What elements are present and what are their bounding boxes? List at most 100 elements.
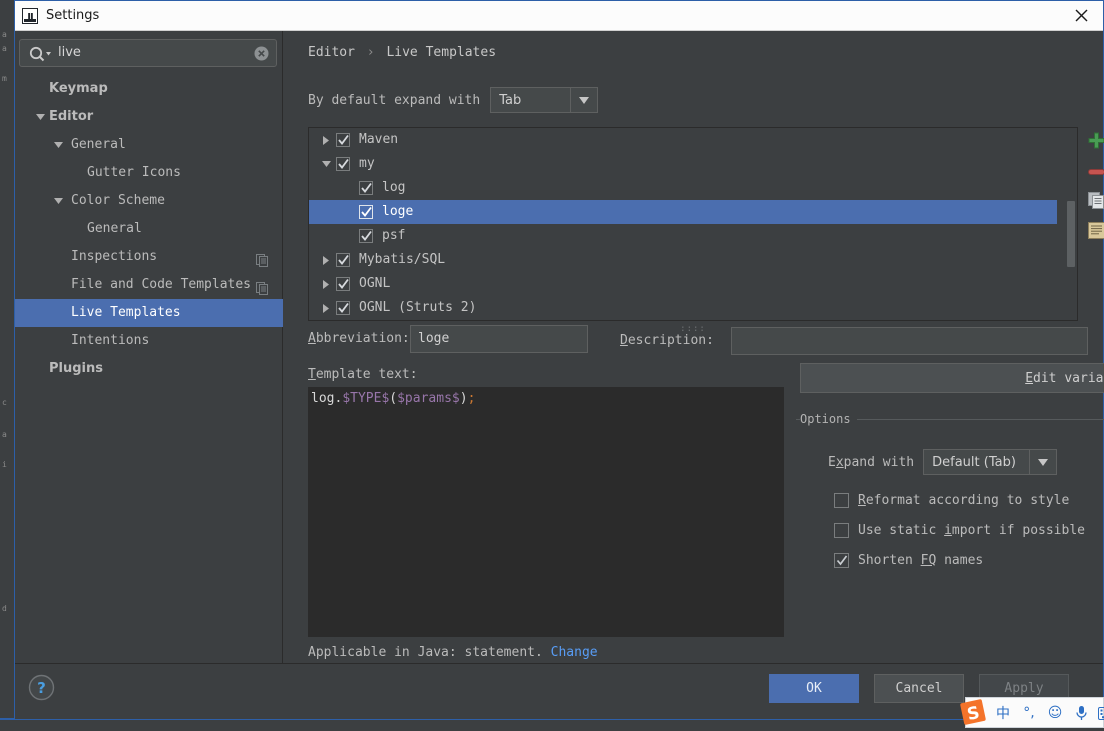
expand-with-row: Expand with Default (Tab) [828, 449, 1057, 475]
abbreviation-field[interactable]: loge [410, 325, 588, 353]
template-tree-scrollbar[interactable] [1066, 129, 1076, 319]
plus-icon [1088, 132, 1104, 153]
table-row[interactable]: log [309, 176, 1057, 200]
breadcrumb-separator: › [367, 45, 375, 60]
template-text-editor[interactable]: log.$TYPE$($params$); [308, 387, 784, 637]
dialog-body: live Keymap [15, 31, 1103, 663]
cancel-button-label: Cancel [896, 681, 943, 696]
dialog-footer: ? OK Cancel Apply [15, 663, 1103, 719]
ime-voice-button[interactable] [1068, 698, 1094, 728]
table-row[interactable]: Mybatis/SQL [309, 248, 1057, 272]
code-token: $params$ [397, 391, 460, 406]
code-token: log. [311, 391, 342, 406]
breadcrumb: Editor › Live Templates [308, 45, 496, 60]
chevron-down-icon[interactable] [53, 131, 63, 159]
table-row[interactable]: psf [309, 224, 1057, 248]
default-expand-value: Tab [491, 93, 521, 108]
edit-variables-label: Edit variables [1025, 371, 1104, 386]
ime-punctuation-toggle[interactable]: °, [1016, 698, 1042, 728]
chevron-down-icon[interactable] [35, 103, 45, 131]
checkbox-checked[interactable] [336, 277, 350, 291]
checkbox-checked[interactable] [359, 229, 373, 243]
sidebar-item-live-templates[interactable]: Live Templates [15, 299, 283, 327]
sidebar-item-plugins[interactable]: Plugins [15, 355, 283, 383]
template-tree[interactable]: Maven my [308, 127, 1078, 321]
code-token: ) [460, 391, 468, 406]
add-template-button[interactable] [1079, 127, 1104, 157]
breadcrumb-parent[interactable]: Editor [308, 45, 355, 60]
description-field[interactable] [731, 327, 1088, 355]
template-group-button[interactable] [1079, 217, 1104, 247]
code-token: ; [468, 391, 476, 406]
copy-icon [256, 250, 269, 263]
chevron-down-icon[interactable] [570, 88, 597, 112]
sidebar-item-editor[interactable]: Editor [15, 103, 283, 131]
shorten-fq-checkbox[interactable]: Shorten FQ names [834, 549, 983, 571]
settings-sidebar-pane: live Keymap [15, 31, 283, 663]
search-icon[interactable] [28, 45, 54, 63]
sogou-ime-toolbar: S 中 °, ☺ [965, 697, 1104, 728]
static-import-checkbox[interactable]: Use static import if possible [834, 519, 1085, 541]
template-tree-rows[interactable]: Maven my [309, 128, 1057, 320]
ime-keyboard-button[interactable] [1094, 698, 1104, 728]
remove-template-button[interactable] [1079, 157, 1104, 187]
duplicate-template-button[interactable] [1079, 187, 1104, 217]
sidebar-item-keymap[interactable]: Keymap [15, 75, 283, 103]
table-row[interactable]: Maven [309, 128, 1057, 152]
ime-language-toggle[interactable]: 中 [990, 698, 1016, 728]
chevron-right-icon[interactable] [319, 296, 333, 320]
table-row[interactable]: my [309, 152, 1057, 176]
template-tree-toolbar [1079, 127, 1104, 247]
checkbox-checked[interactable] [359, 205, 373, 219]
default-expand-row: By default expand with Tab [308, 87, 598, 113]
chevron-down-icon[interactable] [53, 187, 63, 215]
ime-emoji-button[interactable]: ☺ [1042, 698, 1068, 728]
table-row[interactable]: OGNL [309, 272, 1057, 296]
sidebar-item-intentions[interactable]: Intentions [15, 327, 283, 355]
sidebar-item-color-scheme-general[interactable]: General [15, 215, 283, 243]
sidebar-item-file-and-code-templates[interactable]: File and Code Templates [15, 271, 283, 299]
table-row[interactable]: OGNL (Struts 2) [309, 296, 1057, 320]
window-title: Settings [46, 8, 99, 23]
reformat-checkbox[interactable]: Reformat according to style [834, 489, 1069, 511]
table-row[interactable]: loge [309, 200, 1057, 224]
checkbox-checked[interactable] [336, 133, 350, 147]
search-input-value: live [58, 45, 81, 60]
sidebar-item-inspections[interactable]: Inspections [15, 243, 283, 271]
checkbox-checked[interactable] [834, 553, 849, 568]
scrollbar-thumb[interactable] [1067, 201, 1075, 267]
clear-icon[interactable] [254, 46, 269, 61]
sidebar-item-gutter-icons[interactable]: Gutter Icons [15, 159, 283, 187]
edit-variables-button[interactable]: Edit variables [800, 363, 1104, 393]
settings-category-tree[interactable]: Keymap Editor General [15, 75, 283, 383]
ok-button[interactable]: OK [769, 674, 859, 703]
shorten-fq-checkbox-label: Shorten FQ names [858, 553, 983, 568]
apply-button-label: Apply [1004, 681, 1043, 696]
checkbox-unchecked[interactable] [834, 523, 849, 538]
sidebar-item-general[interactable]: General [15, 131, 283, 159]
template-code: log.$TYPE$($params$); [311, 391, 475, 406]
abbreviation-label: Abbreviation: [308, 331, 410, 346]
close-icon[interactable] [1059, 1, 1103, 30]
code-token: $TYPE$ [342, 391, 389, 406]
checkbox-checked[interactable] [336, 157, 350, 171]
chevron-down-icon[interactable] [319, 152, 333, 176]
cancel-button[interactable]: Cancel [874, 674, 964, 703]
chevron-down-icon[interactable] [1029, 450, 1056, 474]
sogou-logo-icon[interactable]: S [958, 697, 988, 727]
checkbox-checked[interactable] [336, 301, 350, 315]
chevron-right-icon[interactable] [319, 128, 333, 152]
description-label: Description: [620, 333, 714, 348]
checkbox-checked[interactable] [359, 181, 373, 195]
sidebar-item-color-scheme[interactable]: Color Scheme [15, 187, 283, 215]
checkbox-unchecked[interactable] [834, 493, 849, 508]
chevron-right-icon[interactable] [319, 248, 333, 272]
expand-with-select[interactable]: Default (Tab) [923, 449, 1057, 475]
default-expand-label: By default expand with [308, 93, 480, 108]
chevron-right-icon[interactable] [319, 272, 333, 296]
default-expand-select[interactable]: Tab [490, 87, 598, 113]
change-context-link[interactable]: Change [551, 645, 598, 660]
help-icon[interactable]: ? [28, 674, 55, 701]
search-input[interactable]: live [19, 39, 277, 67]
checkbox-checked[interactable] [336, 253, 350, 267]
